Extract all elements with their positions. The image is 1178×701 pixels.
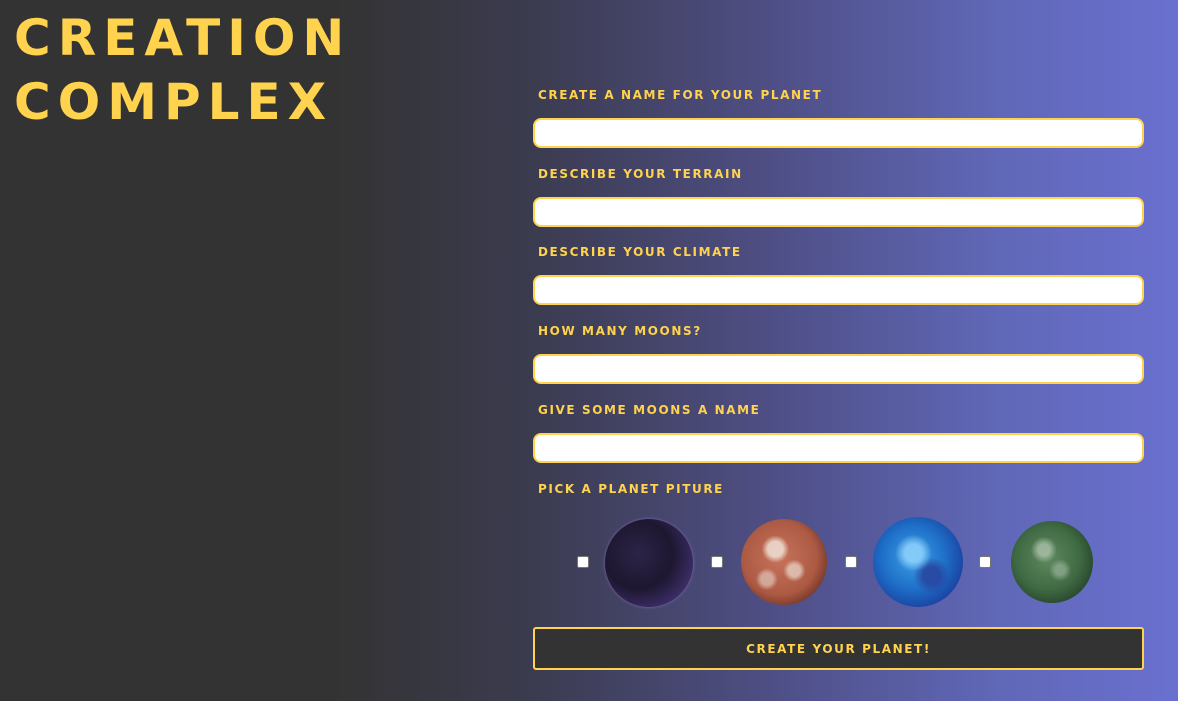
planet-name-label: CREATE A NAME FOR YOUR PLANET <box>538 88 823 102</box>
climate-input[interactable] <box>533 275 1144 305</box>
red-planet-checkbox[interactable] <box>711 556 723 568</box>
moons-count-label: HOW MANY MOONS? <box>538 324 702 338</box>
moon-names-label: GIVE SOME MOONS A NAME <box>538 403 761 417</box>
planet-picker <box>533 514 1144 610</box>
planet-picture-label: PICK A PLANET PITURE <box>538 482 724 496</box>
purple-planet-checkbox[interactable] <box>577 556 589 568</box>
create-planet-button[interactable]: CREATE YOUR PLANET! <box>533 627 1144 670</box>
title-line-2: COMPLEX <box>14 73 334 131</box>
title-line-1: CREATION <box>14 9 352 67</box>
blue-planet-checkbox[interactable] <box>845 556 857 568</box>
page-title: CREATION COMPLEX <box>14 6 351 134</box>
purple-planet-image[interactable] <box>605 519 693 607</box>
planet-name-input[interactable] <box>533 118 1144 148</box>
green-planet-image[interactable] <box>1011 521 1093 603</box>
terrain-label: DESCRIBE YOUR TERRAIN <box>538 167 743 181</box>
blue-planet-image[interactable] <box>873 517 963 607</box>
terrain-input[interactable] <box>533 197 1144 227</box>
climate-label: DESCRIBE YOUR CLIMATE <box>538 245 742 259</box>
red-planet-image[interactable] <box>741 519 827 605</box>
green-planet-checkbox[interactable] <box>979 556 991 568</box>
moons-count-input[interactable] <box>533 354 1144 384</box>
moon-names-input[interactable] <box>533 433 1144 463</box>
